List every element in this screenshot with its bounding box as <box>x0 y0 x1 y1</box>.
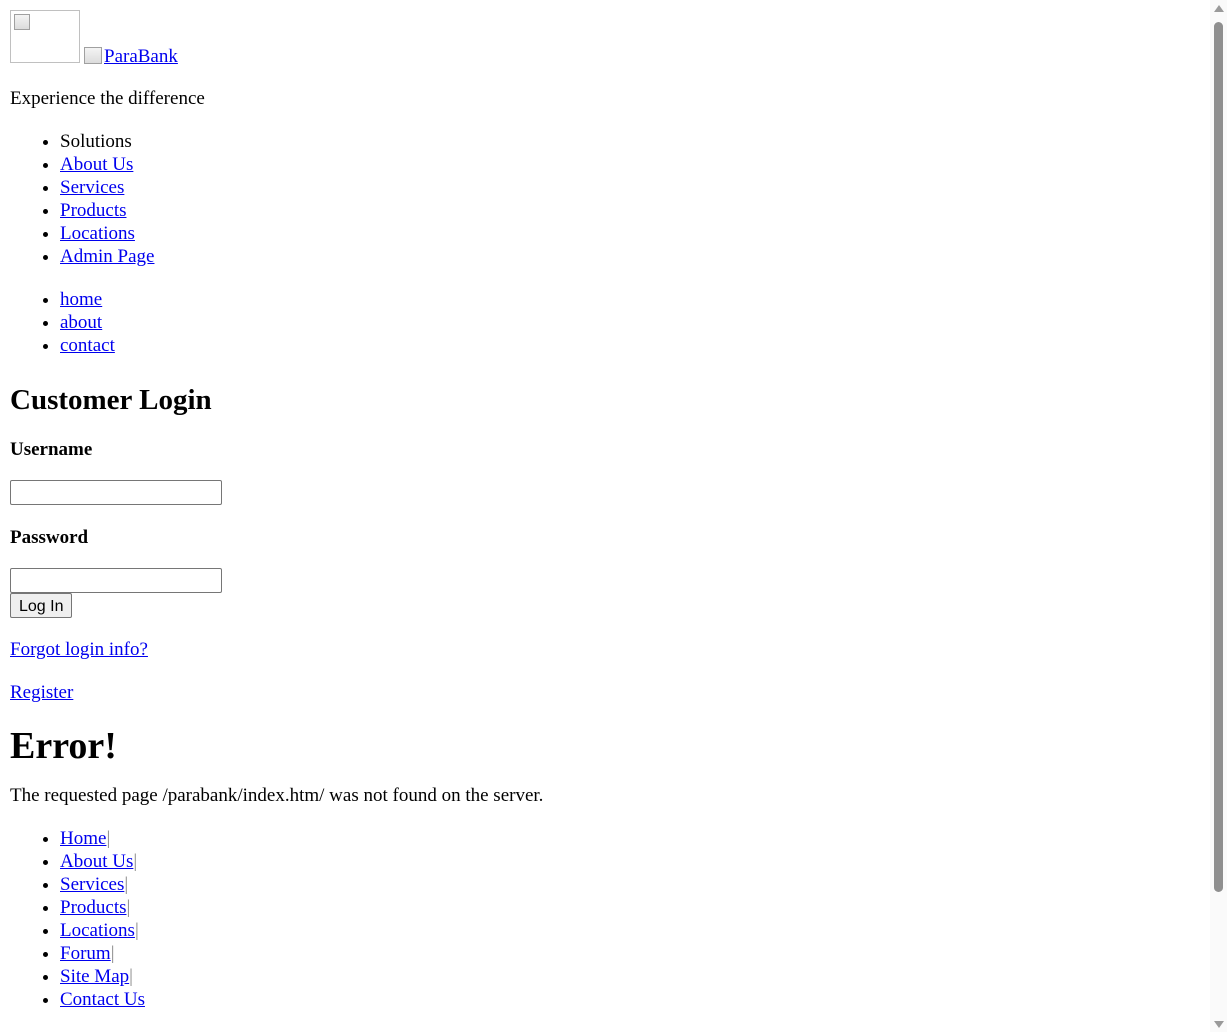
menu-item-locations: Locations <box>60 222 1200 245</box>
top-nav-link-home[interactable]: home <box>60 289 102 310</box>
username-input[interactable] <box>10 480 222 505</box>
top-nav-item-home: home <box>60 288 1200 311</box>
scrollbar-thumb[interactable] <box>1214 22 1223 892</box>
footer-link-about-us[interactable]: About Us <box>60 851 133 872</box>
broken-image-icon <box>14 14 30 30</box>
footer-separator: | <box>110 943 115 964</box>
solutions-menu: Solutions About Us Services Products Loc… <box>10 130 1200 268</box>
tagline: Experience the difference <box>10 88 205 109</box>
menu-link-products[interactable]: Products <box>60 200 127 221</box>
solutions-title: Solutions <box>60 130 1200 153</box>
footer-separator: | <box>133 851 138 872</box>
footer-separator: | <box>126 897 131 918</box>
forgot-login-link[interactable]: Forgot login info? <box>10 639 148 660</box>
footer-item-forum: Forum| <box>60 942 1200 965</box>
footer-item-home: Home| <box>60 827 1200 850</box>
footer-links: Home| About Us| Services| Products| Loca… <box>10 827 1200 1011</box>
broken-image-icon <box>84 47 104 65</box>
forgot-login-paragraph: Forgot login info? <box>10 638 1200 661</box>
footer-item-about-us: About Us| <box>60 850 1200 873</box>
password-label: Password <box>10 527 89 548</box>
login-title: Customer Login <box>10 384 212 416</box>
login-button[interactable]: Log In <box>10 593 73 618</box>
menu-item-admin-page: Admin Page <box>60 245 1200 268</box>
footer-separator: | <box>124 874 129 895</box>
footer-item-products: Products| <box>60 896 1200 919</box>
page: ParaBank Experience the difference Solut… <box>10 10 1200 1011</box>
menu-link-services[interactable]: Services <box>60 177 124 198</box>
top-nav: home about contact <box>10 288 1200 357</box>
register-link[interactable]: Register <box>10 682 73 703</box>
footer-item-site-map: Site Map| <box>60 965 1200 988</box>
top-nav-item-about: about <box>60 311 1200 334</box>
register-paragraph: Register <box>10 681 1200 704</box>
footer-separator: | <box>134 920 139 941</box>
footer-link-services[interactable]: Services <box>60 874 124 895</box>
parabank-logo-link[interactable]: ParaBank <box>84 45 178 68</box>
top-nav-item-contact: contact <box>60 334 1200 357</box>
footer-item-services: Services| <box>60 873 1200 896</box>
top-nav-link-contact[interactable]: contact <box>60 335 115 356</box>
password-input[interactable] <box>10 568 222 593</box>
menu-link-admin-page[interactable]: Admin Page <box>60 246 154 267</box>
menu-link-about-us[interactable]: About Us <box>60 154 133 175</box>
menu-link-locations[interactable]: Locations <box>60 223 135 244</box>
footer-link-home[interactable]: Home <box>60 828 106 849</box>
footer-link-locations[interactable]: Locations <box>60 920 135 941</box>
parabank-logo-alt: ParaBank <box>104 46 178 67</box>
header: ParaBank <box>10 10 1200 67</box>
admin-logo-image <box>10 10 80 63</box>
scroll-up-arrow-icon[interactable] <box>1214 5 1224 12</box>
scroll-down-arrow-icon[interactable] <box>1214 1021 1224 1028</box>
error-message: The requested page /parabank/index.htm/ … <box>10 785 544 806</box>
footer-separator: | <box>106 828 111 849</box>
top-nav-link-about[interactable]: about <box>60 312 102 333</box>
footer-item-locations: Locations| <box>60 919 1200 942</box>
footer-separator: | <box>129 966 133 987</box>
menu-item-products: Products <box>60 199 1200 222</box>
menu-item-about-us: About Us <box>60 153 1200 176</box>
footer-item-contact-us: Contact Us <box>60 988 1200 1011</box>
footer-link-site-map[interactable]: Site Map <box>60 966 129 987</box>
username-label: Username <box>10 439 93 460</box>
menu-item-services: Services <box>60 176 1200 199</box>
footer-link-contact-us[interactable]: Contact Us <box>60 989 145 1010</box>
footer-link-products[interactable]: Products <box>60 897 127 918</box>
error-title: Error! <box>10 725 117 767</box>
footer-link-forum[interactable]: Forum <box>60 943 111 964</box>
vertical-scrollbar[interactable] <box>1210 0 1227 1032</box>
